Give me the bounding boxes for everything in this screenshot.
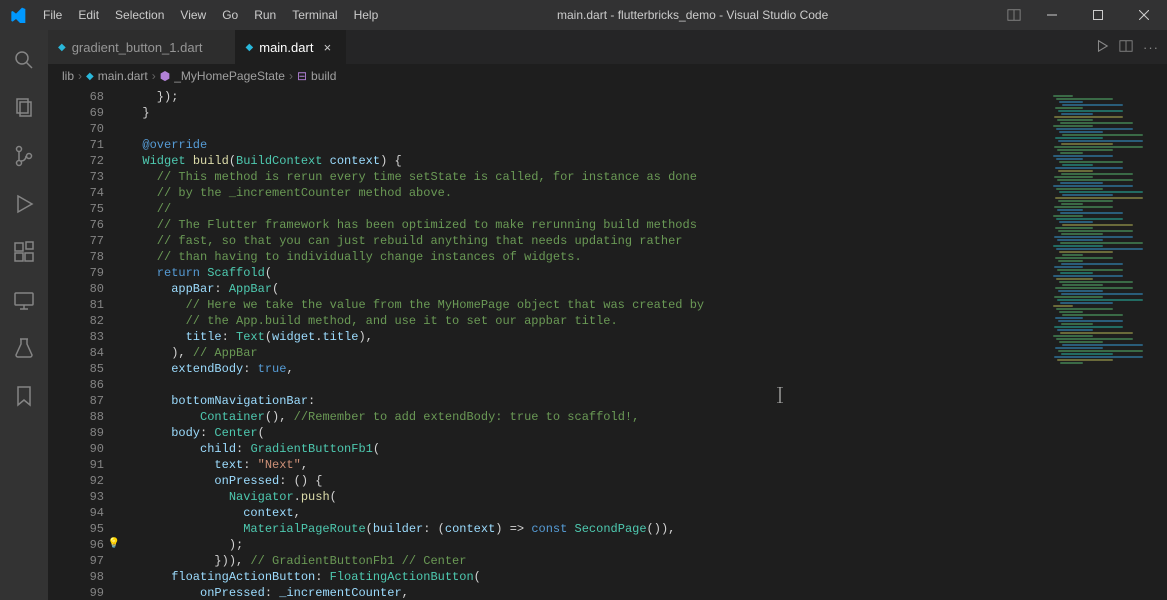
menu-run[interactable]: Run — [246, 0, 284, 30]
run-debug-icon[interactable] — [0, 180, 48, 228]
dart-file-icon: ◆ — [86, 71, 94, 82]
method-icon: ⊟ — [297, 69, 307, 83]
more-actions-icon[interactable]: ··· — [1143, 40, 1159, 55]
breadcrumb-folder[interactable]: lib — [62, 69, 74, 83]
breadcrumb-method[interactable]: build — [311, 69, 336, 83]
menu-view[interactable]: View — [172, 0, 214, 30]
editor-tabs: ◆ gradient_button_1.dart ◆ main.dart × ·… — [48, 30, 1167, 65]
tab-label: gradient_button_1.dart — [72, 40, 203, 55]
menu-edit[interactable]: Edit — [70, 0, 107, 30]
chevron-right-icon: › — [152, 69, 156, 83]
vscode-logo-icon — [0, 7, 35, 23]
minimap[interactable] — [1047, 87, 1167, 600]
line-number-gutter[interactable]: 6869707172737475767778798081828384858687… — [48, 87, 124, 600]
chevron-right-icon: › — [78, 69, 82, 83]
minimize-button[interactable] — [1029, 0, 1075, 30]
menu-selection[interactable]: Selection — [107, 0, 172, 30]
run-action-icon[interactable] — [1095, 39, 1109, 56]
code-editor[interactable]: 6869707172737475767778798081828384858687… — [48, 87, 1167, 600]
remote-icon[interactable] — [0, 276, 48, 324]
menu-go[interactable]: Go — [214, 0, 246, 30]
breadcrumb-file[interactable]: main.dart — [98, 69, 148, 83]
class-icon: ⬢ — [160, 69, 170, 83]
extensions-icon[interactable] — [0, 228, 48, 276]
layout-toggle-icon[interactable] — [999, 8, 1029, 22]
close-button[interactable] — [1121, 0, 1167, 30]
close-icon[interactable]: × — [319, 40, 335, 55]
chevron-right-icon: › — [289, 69, 293, 83]
dart-file-icon: ◆ — [58, 42, 66, 53]
tab-main-dart[interactable]: ◆ main.dart × — [236, 30, 347, 64]
tab-label: main.dart — [259, 40, 313, 55]
code-content[interactable]: }); } @override Widget build(BuildContex… — [124, 87, 1047, 600]
menu-help[interactable]: Help — [346, 0, 387, 30]
breadcrumb[interactable]: lib › ◆ main.dart › ⬢ _MyHomePageState ›… — [48, 65, 1167, 87]
tab-gradient-button[interactable]: ◆ gradient_button_1.dart — [48, 30, 236, 64]
activity-bar — [0, 30, 48, 600]
window-title: main.dart - flutterbricks_demo - Visual … — [386, 8, 999, 22]
explorer-icon[interactable] — [0, 84, 48, 132]
split-editor-icon[interactable] — [1119, 39, 1133, 56]
window-controls — [1029, 0, 1167, 30]
menu-file[interactable]: File — [35, 0, 70, 30]
testing-icon[interactable] — [0, 324, 48, 372]
search-icon[interactable] — [0, 36, 48, 84]
breadcrumb-class[interactable]: _MyHomePageState — [174, 69, 285, 83]
maximize-button[interactable] — [1075, 0, 1121, 30]
editor-area: ◆ gradient_button_1.dart ◆ main.dart × ·… — [48, 30, 1167, 600]
dart-file-icon: ◆ — [246, 42, 254, 53]
source-control-icon[interactable] — [0, 132, 48, 180]
title-bar: File Edit Selection View Go Run Terminal… — [0, 0, 1167, 30]
menu-bar: File Edit Selection View Go Run Terminal… — [35, 0, 386, 30]
tab-actions: ··· — [1087, 30, 1167, 64]
bookmark-icon[interactable] — [0, 372, 48, 420]
menu-terminal[interactable]: Terminal — [284, 0, 345, 30]
